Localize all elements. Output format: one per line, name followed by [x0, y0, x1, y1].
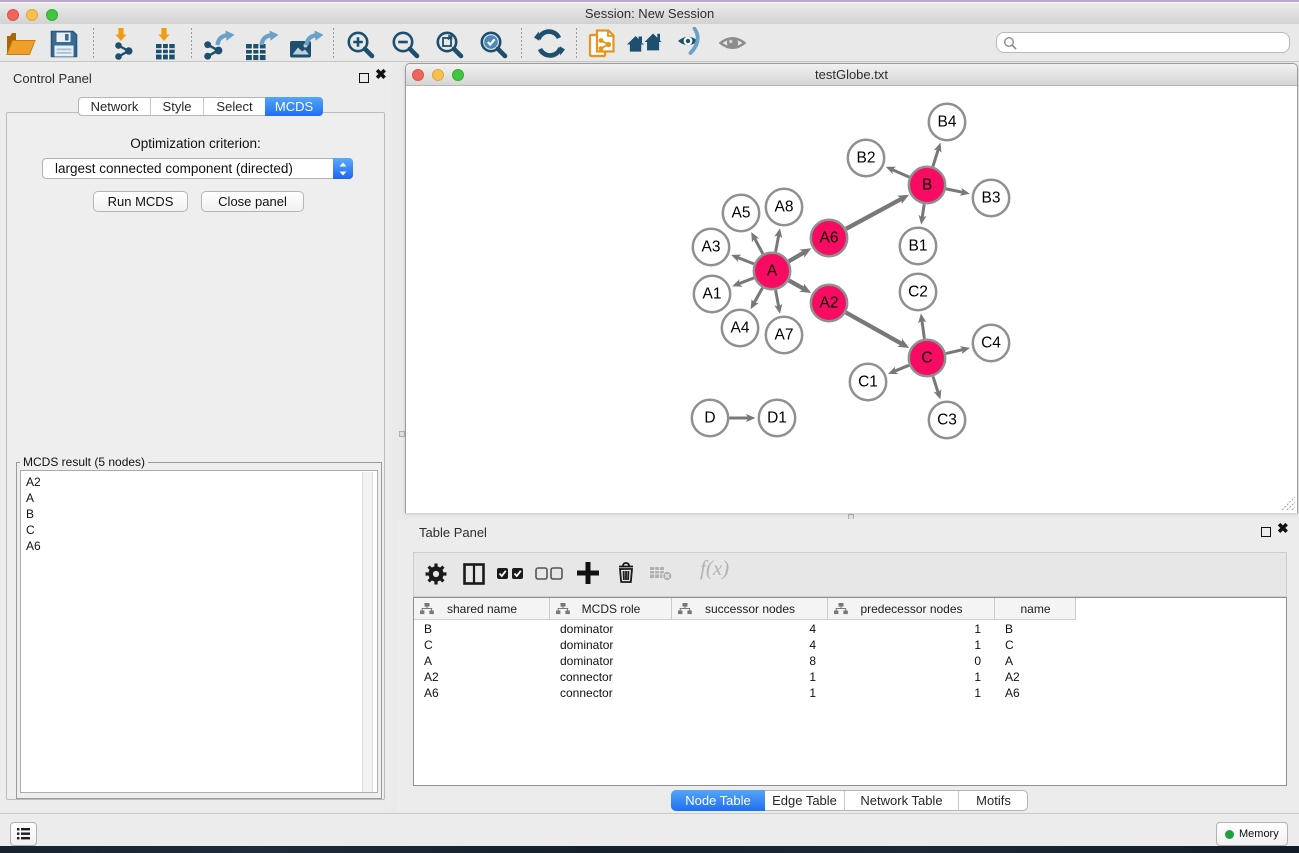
svg-text:A8: A8: [775, 199, 794, 216]
svg-text:B1: B1: [909, 238, 928, 255]
svg-text:A2: A2: [820, 295, 839, 312]
svg-text:A5: A5: [732, 205, 751, 222]
svg-text:C4: C4: [981, 335, 1001, 352]
svg-text:C3: C3: [937, 412, 957, 429]
svg-text:A7: A7: [775, 327, 794, 344]
svg-text:B3: B3: [982, 190, 1001, 207]
svg-text:D: D: [704, 410, 715, 427]
svg-text:C1: C1: [858, 374, 878, 391]
svg-text:B4: B4: [938, 114, 957, 131]
svg-text:A4: A4: [731, 320, 750, 337]
svg-text:A6: A6: [820, 230, 839, 247]
svg-text:C: C: [921, 350, 932, 367]
svg-text:A: A: [767, 263, 778, 280]
svg-text:A1: A1: [703, 286, 722, 303]
svg-text:D1: D1: [767, 410, 787, 427]
svg-text:B2: B2: [857, 150, 876, 167]
svg-text:A3: A3: [702, 239, 721, 256]
svg-text:B: B: [922, 177, 932, 194]
svg-text:C2: C2: [908, 284, 928, 301]
